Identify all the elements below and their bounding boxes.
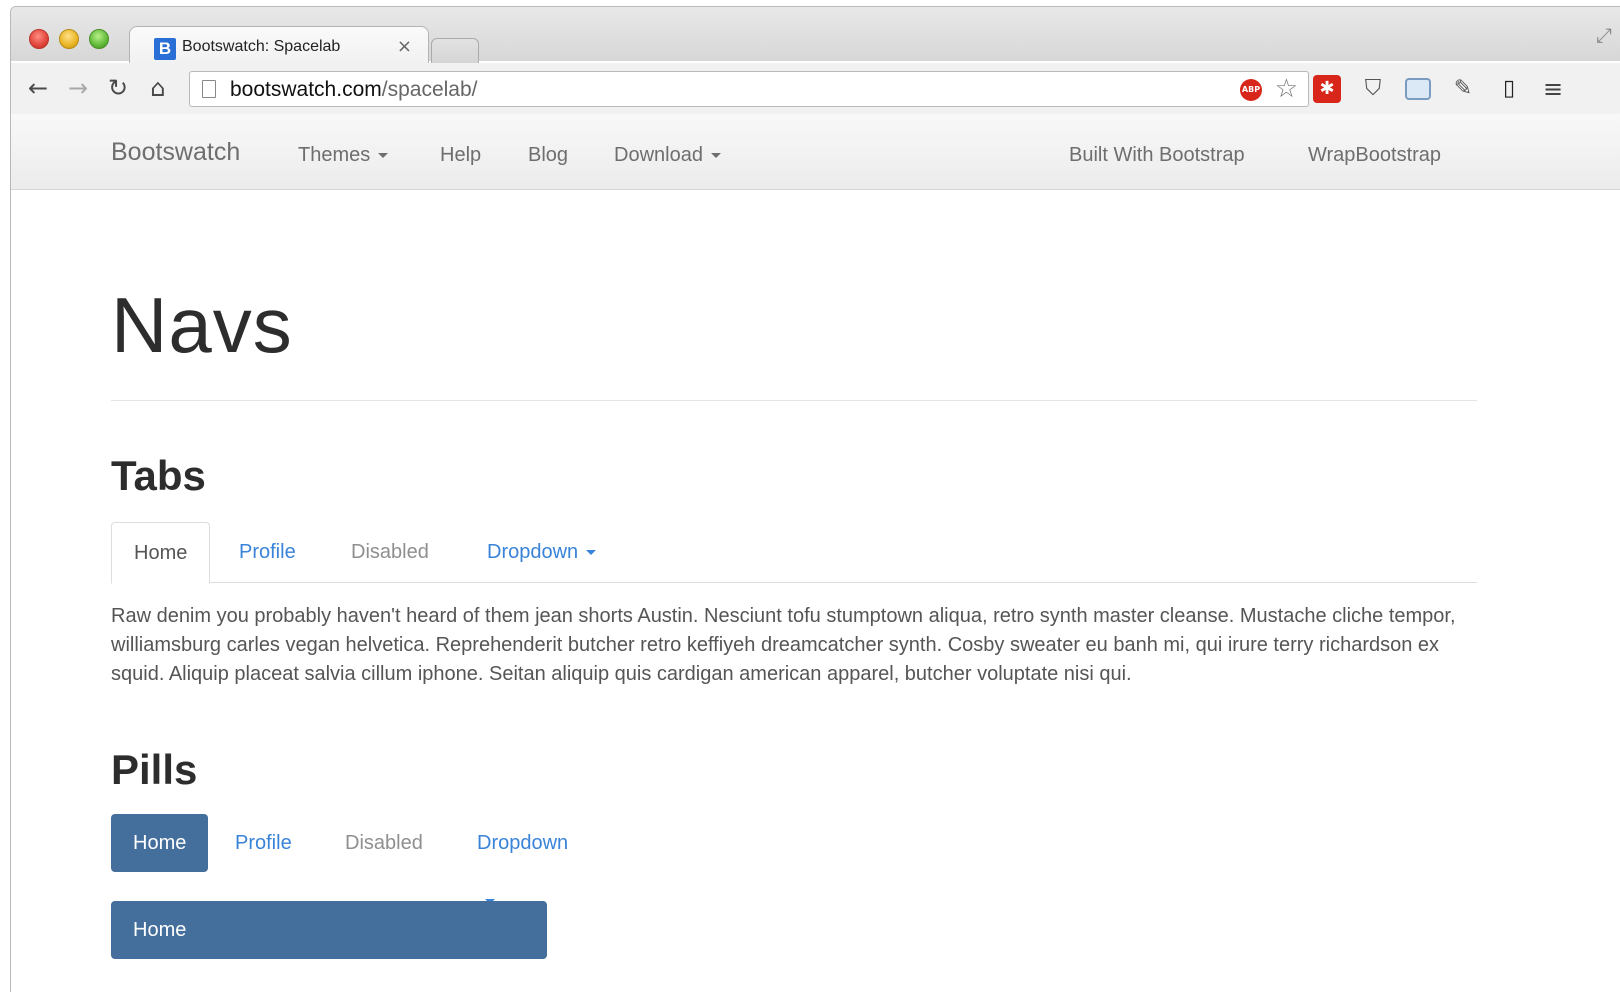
bookmark-star-icon[interactable]: ☆: [1275, 74, 1298, 104]
chevron-down-icon: [586, 550, 597, 556]
tab-dropdown[interactable]: Dropdown: [465, 522, 618, 583]
pills-heading: Pills: [111, 746, 198, 793]
site-navbar: Bootswatch Themes Help Blog Download Bui…: [11, 114, 1620, 190]
nav-help[interactable]: Help: [440, 144, 481, 167]
tab-disabled: Disabled: [351, 541, 429, 563]
stacked-pill-home[interactable]: Home: [111, 901, 547, 959]
browser-toolbar: ← → ↻ ⌂ bootswatch.com/spacelab/ ABP ☆ ✱…: [11, 63, 1620, 115]
forward-arrow-icon[interactable]: →: [63, 73, 93, 103]
nav-wrapbootstrap[interactable]: WrapBootstrap: [1308, 144, 1441, 167]
nav-themes-dropdown[interactable]: Themes: [298, 144, 389, 167]
page-title: Navs: [111, 281, 293, 369]
browser-tab-active[interactable]: B Bootswatch: Spacelab ×: [129, 26, 429, 64]
reload-icon[interactable]: ↻: [103, 73, 133, 103]
title-bar: B Bootswatch: Spacelab × ⤢: [11, 7, 1620, 64]
pill-profile[interactable]: Profile: [213, 814, 314, 872]
navbar-brand[interactable]: Bootswatch: [111, 138, 240, 167]
minimize-window-button[interactable]: [59, 29, 79, 49]
page-content: Bootswatch Themes Help Blog Download Bui…: [11, 114, 1620, 992]
bootswatch-favicon-icon: B: [154, 38, 176, 60]
new-tab-button[interactable]: [431, 38, 479, 64]
browser-window: B Bootswatch: Spacelab × ⤢ ← → ↻ ⌂ boots…: [10, 6, 1620, 992]
browser-tab-title: Bootswatch: Spacelab: [182, 38, 341, 55]
tab-close-icon[interactable]: ×: [397, 36, 412, 57]
lastpass-icon[interactable]: ✱: [1313, 75, 1341, 103]
chevron-down-icon: [378, 153, 389, 159]
fullscreen-icon[interactable]: ⤢: [1596, 23, 1612, 47]
tabs-heading: Tabs: [111, 452, 206, 499]
nav-download-dropdown[interactable]: Download: [614, 144, 721, 167]
tab-content-paragraph: Raw denim you probably haven't heard of …: [111, 605, 1456, 685]
header-divider: [111, 400, 1477, 401]
home-icon[interactable]: ⌂: [143, 73, 173, 103]
tab-home[interactable]: Home: [111, 522, 211, 584]
pill-dropdown[interactable]: Dropdown: [455, 814, 590, 905]
pill-disabled: Disabled: [345, 832, 423, 854]
nav-built-with-bootstrap[interactable]: Built With Bootstrap: [1069, 144, 1245, 167]
pill-home[interactable]: Home: [111, 814, 209, 872]
nav-blog[interactable]: Blog: [528, 144, 568, 167]
close-window-button[interactable]: [29, 29, 49, 49]
window-resizer-icon[interactable]: [1405, 78, 1431, 100]
chevron-down-icon: [710, 153, 721, 159]
adblock-icon[interactable]: ABP: [1240, 79, 1262, 101]
address-bar[interactable]: bootswatch.com/spacelab/ ABP ☆: [189, 71, 1309, 107]
page-icon: [202, 80, 216, 98]
pocket-icon[interactable]: ⛉: [1359, 75, 1387, 103]
tab-profile[interactable]: Profile: [217, 522, 318, 583]
url-text: bootswatch.com/spacelab/: [230, 78, 478, 101]
color-picker-icon[interactable]: ✎: [1449, 75, 1477, 103]
back-arrow-icon[interactable]: ←: [23, 73, 53, 103]
menu-icon[interactable]: ≡: [1539, 75, 1567, 103]
zoom-window-button[interactable]: [89, 29, 109, 49]
nav-tabs: Home Profile Disabled Dropdown: [111, 522, 1477, 584]
mobile-device-icon[interactable]: ▯: [1495, 75, 1523, 103]
